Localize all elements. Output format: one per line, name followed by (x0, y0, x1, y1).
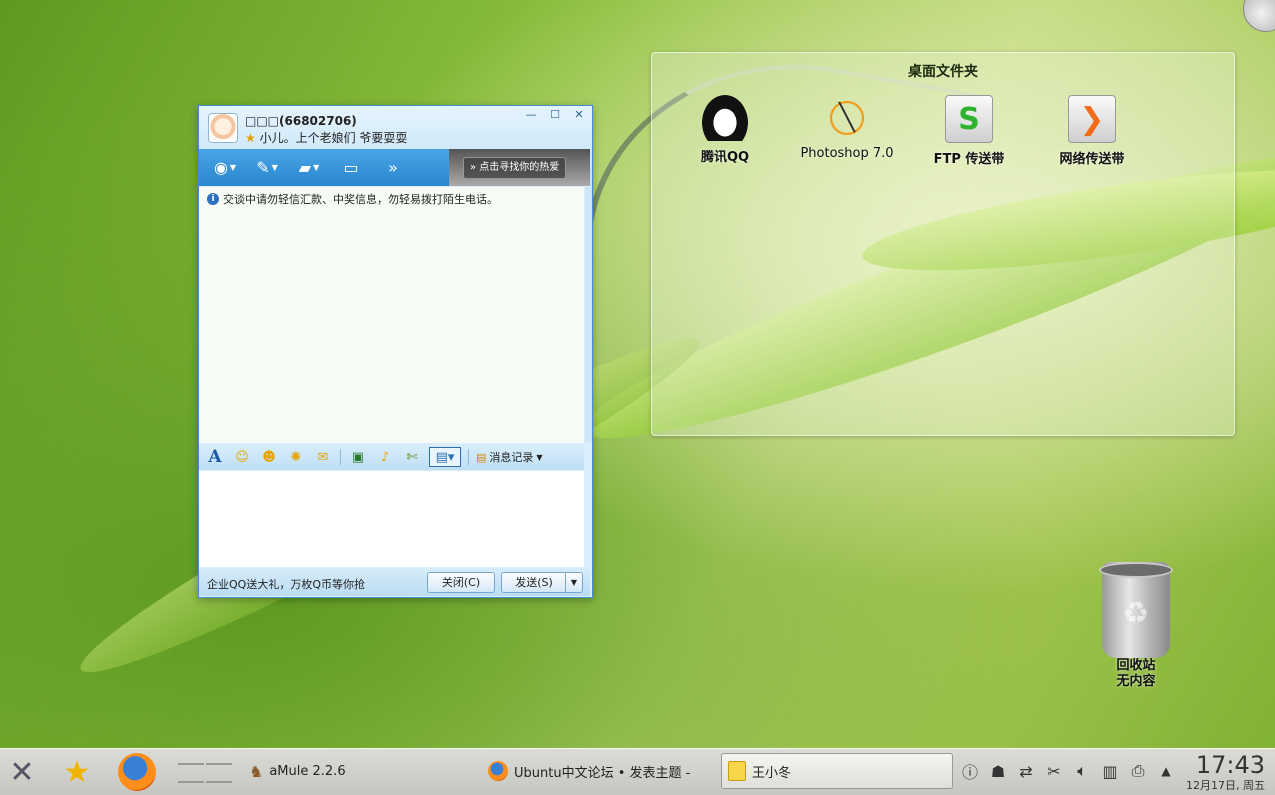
screenshot-icon[interactable]: ✄ (402, 448, 422, 466)
warning-text: 交谈中请勿轻信汇款、中奖信息，勿轻易拨打陌生电话。 (223, 193, 498, 206)
task-label: 王小冬 (752, 765, 792, 781)
desktop-item-network[interactable]: ❯ 网络传送带 (1037, 95, 1147, 167)
footer-ad-link[interactable]: 企业QQ送大礼，万枚Q币等你抢 (207, 576, 365, 592)
desktop-item-ftp[interactable]: S FTP 传送带 (914, 95, 1024, 167)
divider (340, 449, 341, 465)
workspace-1[interactable] (178, 763, 204, 765)
trash[interactable]: 回收站 无内容 (1093, 562, 1179, 690)
magic-face-icon[interactable]: ☻ (259, 448, 279, 466)
star-icon: ★ (245, 131, 256, 145)
clock[interactable]: 17:43 12月17日, 周五 (1186, 751, 1265, 793)
contact-signature: ★ 小儿。上个老娘们 爷要耍耍 (245, 129, 407, 146)
qq-penguin-icon (702, 95, 748, 141)
photoshop-icon: ╲ (824, 95, 870, 141)
firefox-icon (488, 761, 508, 781)
desktop-folder-panel: 桌面文件夹 腾讯QQ ╲ Photoshop 7.0 S FTP 传送带 ❯ 网… (651, 52, 1235, 436)
video-show-icon[interactable]: ▤▾ (429, 447, 461, 467)
maximize-button[interactable]: ☐ (548, 108, 562, 121)
network-icon[interactable]: ⇄ (1016, 762, 1036, 781)
ad-banner[interactable]: » 点击寻找你的热爱 (449, 149, 590, 186)
corner-widget[interactable] (1243, 0, 1275, 32)
workspace-pager[interactable] (178, 756, 232, 790)
task-label: Ubuntu中文论坛 • 发表主题 - (514, 765, 691, 781)
signature-text: 小儿。上个老娘们 爷要耍耍 (259, 131, 408, 145)
system-tray: ⓘ ☗ ⇄ ✂ 🔈︎ ▥ ⎙ ▲ (960, 759, 1176, 783)
firefox-icon[interactable] (115, 751, 159, 793)
desktop-item-qq[interactable]: 腾讯QQ (670, 95, 780, 165)
chat-note-icon (728, 761, 746, 781)
network-transfer-icon: ❯ (1068, 95, 1116, 143)
ftp-icon: S (945, 95, 993, 143)
ad-button[interactable]: » 点击寻找你的热爱 (463, 157, 567, 179)
trash-label: 回收站 (1116, 658, 1156, 673)
microphone-icon[interactable]: ✎ ▼ (253, 156, 281, 180)
gift-icon[interactable]: ✉ (313, 448, 333, 466)
trash-icon (1099, 562, 1173, 658)
task-label: aMule 2.2.6 (269, 763, 346, 779)
send-options-button[interactable]: ▼ (565, 572, 583, 593)
taskbar-item-firefox[interactable]: Ubuntu中文论坛 • 发表主题 - (482, 753, 710, 789)
info-icon[interactable]: ⓘ (960, 759, 980, 783)
application-menu-icon[interactable]: ✕ (0, 751, 44, 793)
send-button[interactable]: 发送(S) (501, 572, 566, 593)
desktop-item-label: 网络传送带 (1059, 152, 1125, 167)
clipboard-icon[interactable]: ▥ (1100, 762, 1120, 781)
history-button[interactable]: ▤ 消息记录 ▼ (476, 449, 543, 465)
close-button[interactable]: 关闭(C) (427, 572, 495, 593)
clock-date: 12月17日, 周五 (1186, 779, 1265, 792)
scrollbar[interactable] (585, 187, 592, 443)
chevron-down-icon: ▼ (536, 452, 543, 462)
font-icon[interactable]: A (205, 447, 225, 467)
remote-desktop-icon[interactable]: ▭ (337, 156, 365, 180)
trash-status: 无内容 (1116, 674, 1156, 689)
qq-tray-icon[interactable]: ☗ (988, 762, 1008, 781)
folder-transfer-icon[interactable]: ▰ ▼ (295, 156, 323, 180)
star-launcher-icon[interactable]: ★ (55, 751, 99, 793)
workspace-2[interactable] (206, 763, 232, 765)
workspace-3[interactable] (178, 781, 204, 783)
taskbar-item-amule[interactable]: ♞ aMule 2.2.6 (243, 753, 473, 789)
amule-icon: ♞ (249, 761, 264, 781)
qq-chat-window: □□□(66802706) ★ 小儿。上个老娘们 爷要耍耍 — ☐ ✕ ◉ ▼ ✎… (198, 105, 593, 598)
arrow-up-icon[interactable]: ▲ (1156, 764, 1176, 778)
close-window-button[interactable]: ✕ (572, 108, 586, 121)
image-icon[interactable]: ▣ (348, 448, 368, 466)
music-icon[interactable]: ♪ (375, 448, 395, 466)
volume-icon[interactable]: 🔈︎ (1072, 761, 1092, 781)
shake-icon[interactable]: ✺ (286, 448, 306, 466)
webcam-icon[interactable]: ◉ ▼ (211, 156, 239, 180)
divider (468, 449, 469, 465)
chat-toolbar: ◉ ▼ ✎ ▼ ▰ ▼ ▭ » (199, 149, 449, 186)
desktop-item-label: 腾讯QQ (700, 150, 750, 165)
emoticon-icon[interactable]: ☺ (232, 448, 252, 466)
folder-title: 桌面文件夹 (908, 64, 978, 80)
minimize-button[interactable]: — (524, 108, 538, 121)
taskbar-item-qq-chat[interactable]: 王小冬 (721, 753, 953, 789)
format-toolbar: A ☺ ☻ ✺ ✉ ▣ ♪ ✄ ▤▾ ▤ 消息记录 ▼ (199, 444, 584, 470)
contact-name: □□□(66802706) (245, 114, 357, 128)
taskbar: ✕ ★ ♞ aMule 2.2.6 Ubuntu中文论坛 • 发表主题 - 王小… (0, 748, 1275, 795)
chat-header: □□□(66802706) ★ 小儿。上个老娘们 爷要耍耍 — ☐ ✕ ◉ ▼ ✎… (199, 106, 592, 186)
history-icon: ▤ (476, 450, 487, 464)
clock-time: 17:43 (1195, 751, 1265, 779)
warning-message: i 交谈中请勿轻信汇款、中奖信息，勿轻易拨打陌生电话。 (207, 191, 498, 207)
window-controls: — ☐ ✕ (524, 108, 586, 121)
message-area[interactable]: i 交谈中请勿轻信汇款、中奖信息，勿轻易拨打陌生电话。 (199, 187, 584, 443)
workspace-4[interactable] (206, 781, 232, 783)
avatar[interactable] (208, 113, 238, 143)
desktop-item-label: Photoshop 7.0 (800, 146, 894, 161)
history-label: 消息记录 (489, 451, 534, 464)
scissors-icon[interactable]: ✂ (1044, 762, 1064, 781)
printer-icon[interactable]: ⎙ (1128, 761, 1148, 781)
desktop-item-label: FTP 传送带 (933, 152, 1005, 167)
more-tools-button[interactable]: » (379, 156, 407, 180)
info-icon: i (207, 193, 219, 205)
chat-footer: 企业QQ送大礼，万枚Q币等你抢 关闭(C) 发送(S) ▼ (199, 568, 590, 596)
message-input[interactable] (199, 471, 584, 567)
desktop-item-photoshop[interactable]: ╲ Photoshop 7.0 (792, 95, 902, 161)
